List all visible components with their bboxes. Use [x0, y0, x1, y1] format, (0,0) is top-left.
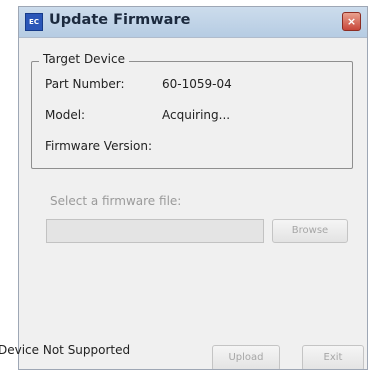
model-label: Model:	[45, 108, 86, 122]
upload-button[interactable]: Upload	[212, 345, 280, 369]
browse-button[interactable]: Browse	[272, 219, 348, 243]
window-title: Update Firmware	[49, 12, 191, 28]
status-text: Device Not Supported	[0, 343, 131, 357]
update-firmware-dialog: EC Update Firmware × Target Device Part …	[18, 6, 368, 370]
title-bar[interactable]: EC Update Firmware ×	[19, 7, 367, 38]
target-device-legend: Target Device	[39, 52, 129, 66]
model-value: Acquiring...	[162, 108, 231, 122]
close-icon: ×	[346, 15, 357, 28]
app-icon: EC	[25, 13, 43, 31]
part-number-label: Part Number:	[45, 77, 125, 91]
close-button[interactable]: ×	[342, 12, 361, 31]
part-number-value: 60-1059-04	[162, 77, 232, 91]
firmware-file-label: Select a firmware file:	[50, 194, 182, 208]
firmware-version-label: Firmware Version:	[45, 139, 152, 153]
firmware-file-input[interactable]	[46, 219, 264, 243]
exit-button[interactable]: Exit	[302, 345, 364, 369]
